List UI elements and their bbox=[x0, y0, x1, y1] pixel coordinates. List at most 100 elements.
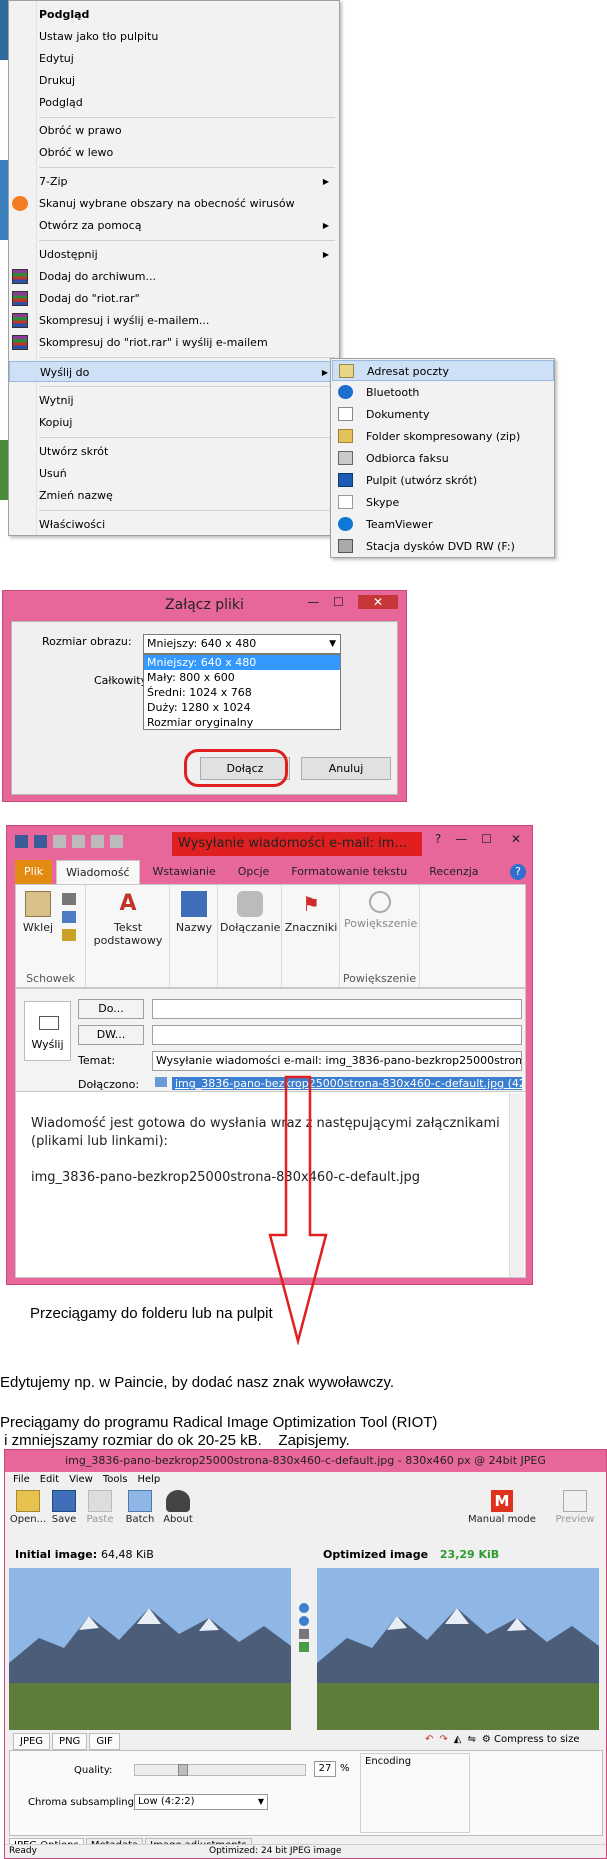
send-to-bluetooth[interactable]: Bluetooth bbox=[332, 382, 554, 403]
size-option[interactable]: Średni: 1024 x 768 bbox=[144, 685, 340, 700]
menu-item-compress-email[interactable]: Skompresuj i wyślij e-mailem... bbox=[9, 310, 339, 331]
tab-format-text[interactable]: Formatowanie tekstu bbox=[282, 860, 416, 884]
menu-view[interactable]: View bbox=[69, 1474, 93, 1485]
paste-button[interactable]: Paste bbox=[81, 1490, 119, 1525]
close-icon[interactable]: ✕ bbox=[358, 595, 398, 609]
menu-item-7zip[interactable]: 7-Zip ▶ bbox=[9, 171, 339, 192]
quality-slider-thumb[interactable] bbox=[178, 1764, 188, 1776]
chroma-select[interactable]: Low (4:2:2) ▼ bbox=[134, 1794, 268, 1810]
tab-review[interactable]: Recenzja bbox=[420, 860, 487, 884]
vertical-scrollbar[interactable] bbox=[509, 1093, 524, 1277]
image-size-select[interactable]: Mniejszy: 640 x 480 ▼ bbox=[143, 634, 341, 654]
ribbon-options-icon[interactable]: ? bbox=[435, 832, 441, 846]
actual-size-icon[interactable] bbox=[299, 1629, 309, 1639]
undo-icon[interactable]: ↶ bbox=[425, 1734, 433, 1745]
about-button[interactable]: About bbox=[159, 1490, 197, 1525]
send-to-skype[interactable]: Skype bbox=[332, 492, 554, 513]
compress-to-size-button[interactable]: ⚙ Compress to size bbox=[482, 1734, 580, 1745]
redo-icon[interactable] bbox=[72, 835, 85, 848]
quality-input[interactable]: 27 bbox=[314, 1761, 336, 1777]
zoom-in-icon[interactable] bbox=[299, 1603, 309, 1613]
down-arrow-icon[interactable] bbox=[110, 835, 123, 848]
format-tab-png[interactable]: PNG bbox=[52, 1733, 88, 1750]
zoom-out-icon[interactable] bbox=[299, 1616, 309, 1626]
send-to-teamviewer[interactable]: TeamViewer bbox=[332, 514, 554, 535]
message-body[interactable]: Wiadomość jest gotowa do wysłania wraz z… bbox=[31, 1115, 501, 1187]
menu-item-preview[interactable]: Podgląd bbox=[9, 92, 339, 113]
cc-button[interactable]: DW... bbox=[78, 1025, 144, 1045]
subject-field[interactable]: Wysyłanie wiadomości e-mail: img_3836-pa… bbox=[152, 1051, 522, 1071]
size-option[interactable]: Mały: 800 x 600 bbox=[144, 670, 340, 685]
minimize-icon[interactable]: — bbox=[455, 832, 467, 846]
menu-item-send-to[interactable]: Wyślij do ▶ bbox=[9, 361, 339, 382]
menu-item-compress-riot-email[interactable]: Skompresuj do "riot.rar" i wyślij e-mail… bbox=[9, 332, 339, 353]
basic-text-button[interactable]: A Tekst podstawowy bbox=[90, 891, 166, 947]
cc-field[interactable] bbox=[152, 1025, 522, 1045]
format-tab-jpeg[interactable]: JPEG bbox=[13, 1733, 51, 1750]
menu-item-add-riot-rar[interactable]: Dodaj do "riot.rar" bbox=[9, 288, 339, 309]
menu-item-share[interactable]: Udostępnij ▶ bbox=[9, 244, 339, 265]
tags-button[interactable]: ⚑ Znaczniki bbox=[284, 891, 338, 934]
size-option[interactable]: Duży: 1280 x 1024 bbox=[144, 700, 340, 715]
redo-icon[interactable]: ↷ bbox=[439, 1734, 447, 1745]
send-to-documents[interactable]: Dokumenty bbox=[332, 404, 554, 425]
menu-item-add-archive[interactable]: Dodaj do archiwum... bbox=[9, 266, 339, 287]
menu-item-create-shortcut[interactable]: Utwórz skrót bbox=[9, 441, 339, 462]
menu-tools[interactable]: Tools bbox=[103, 1474, 128, 1485]
undo-icon[interactable] bbox=[53, 835, 66, 848]
batch-button[interactable]: Batch bbox=[121, 1490, 159, 1525]
menu-item-edit[interactable]: Edytuj bbox=[9, 48, 339, 69]
menu-item-open-with[interactable]: Otwórz za pomocą ▶ bbox=[9, 215, 339, 236]
cut-icon[interactable] bbox=[62, 893, 76, 905]
menu-help[interactable]: Help bbox=[137, 1474, 160, 1485]
attachment-field[interactable]: img_3836-pano-bezkrop25000strona-830x460… bbox=[152, 1075, 522, 1095]
send-to-desktop[interactable]: Pulpit (utwórz skrót) bbox=[332, 470, 554, 491]
help-icon[interactable]: ? bbox=[510, 864, 526, 880]
close-icon[interactable]: ✕ bbox=[506, 832, 526, 846]
save-button[interactable]: Save bbox=[45, 1490, 83, 1525]
menu-item-set-wallpaper[interactable]: Ustaw jako tło pulpitu bbox=[9, 26, 339, 47]
quality-slider[interactable] bbox=[134, 1764, 306, 1776]
fit-icon[interactable] bbox=[299, 1642, 309, 1652]
preview-button[interactable]: Preview bbox=[553, 1490, 597, 1525]
include-button[interactable]: Dołączanie bbox=[220, 891, 280, 934]
optimized-image-view[interactable] bbox=[317, 1568, 599, 1730]
zoom-button[interactable]: Powiększenie bbox=[344, 891, 417, 930]
save-icon[interactable] bbox=[34, 835, 47, 848]
copy-icon[interactable] bbox=[62, 911, 76, 923]
menu-item-rotate-right[interactable]: Obróć w prawo bbox=[9, 120, 339, 141]
cancel-button[interactable]: Anuluj bbox=[301, 757, 391, 780]
minimize-icon[interactable]: — bbox=[307, 595, 319, 609]
tab-insert[interactable]: Wstawianie bbox=[144, 860, 225, 884]
size-option[interactable]: Mniejszy: 640 x 480 bbox=[144, 655, 340, 670]
menu-item-rotate-left[interactable]: Obróć w lewo bbox=[9, 142, 339, 163]
menu-file[interactable]: File bbox=[13, 1474, 30, 1485]
send-to-dvd[interactable]: Stacja dysków DVD RW (F:) bbox=[332, 536, 554, 557]
send-button[interactable]: Wyślij bbox=[24, 1001, 71, 1061]
flip-icon[interactable]: ⇋ bbox=[467, 1734, 475, 1745]
menu-item-print[interactable]: Drukuj bbox=[9, 70, 339, 91]
paste-button[interactable]: Wklej bbox=[18, 891, 58, 934]
send-to-zip-folder[interactable]: Folder skompresowany (zip) bbox=[332, 426, 554, 447]
menu-item-properties[interactable]: Właściwości bbox=[9, 514, 339, 535]
open-button[interactable]: Open... bbox=[9, 1490, 47, 1525]
menu-edit[interactable]: Edit bbox=[40, 1474, 59, 1485]
maximize-icon[interactable]: ☐ bbox=[481, 832, 492, 846]
tab-options[interactable]: Opcje bbox=[229, 860, 279, 884]
maximize-icon[interactable]: ☐ bbox=[333, 595, 344, 609]
to-button[interactable]: Do... bbox=[78, 999, 144, 1019]
initial-image-view[interactable] bbox=[9, 1568, 291, 1730]
manual-mode-button[interactable]: M Manual mode bbox=[467, 1490, 537, 1525]
menu-item-delete[interactable]: Usuń bbox=[9, 463, 339, 484]
to-field[interactable] bbox=[152, 999, 522, 1019]
send-to-fax[interactable]: Odbiorca faksu bbox=[332, 448, 554, 469]
format-tab-gif[interactable]: GIF bbox=[89, 1733, 120, 1750]
menu-item-copy[interactable]: Kopiuj bbox=[9, 412, 339, 433]
menu-item-preview-default[interactable]: Podgląd bbox=[9, 4, 339, 25]
size-option[interactable]: Rozmiar oryginalny bbox=[144, 715, 340, 730]
format-painter-icon[interactable] bbox=[62, 929, 76, 941]
up-arrow-icon[interactable] bbox=[91, 835, 104, 848]
names-button[interactable]: Nazwy bbox=[172, 891, 216, 934]
compare-icon[interactable]: ◭ bbox=[454, 1734, 462, 1745]
send-to-mail-recipient[interactable]: Adresat poczty bbox=[332, 360, 554, 381]
